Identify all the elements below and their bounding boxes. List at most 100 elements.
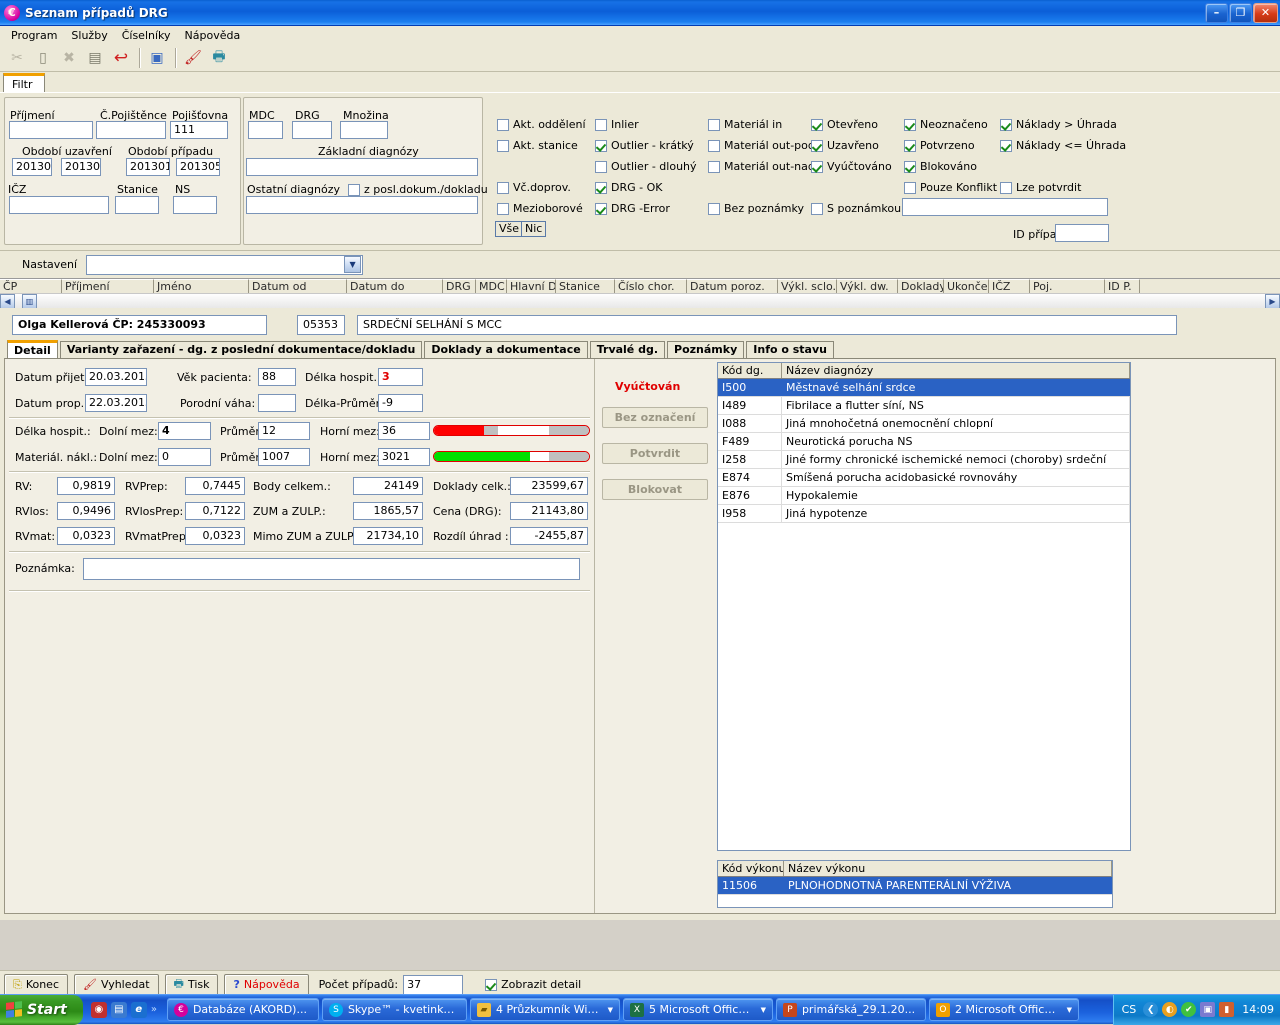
row-delka-prumer-input[interactable]: 12 (258, 422, 310, 440)
new-record-icon[interactable]: ▯ (31, 46, 55, 70)
antivirus-ok-icon[interactable]: ✔ (1181, 1002, 1196, 1017)
language-indicator[interactable]: CS (1122, 1003, 1137, 1016)
chevron-down-icon[interactable]: ▼ (761, 1006, 766, 1014)
pocet-pripadu-input[interactable]: 37 (403, 975, 463, 995)
filter-free-text-input[interactable] (902, 198, 1108, 216)
checkbox-outlier-kratky[interactable]: Outlier - krátký (595, 139, 694, 152)
menu-item-napoveda[interactable]: Nápověda (178, 27, 248, 44)
back-arrow-icon[interactable]: ❮ (1143, 1002, 1158, 1017)
query-help-icon[interactable]: ▣ (145, 46, 169, 70)
col-kod-vykonu[interactable]: Kód výkonu (718, 861, 784, 876)
grid-column-header[interactable]: Jméno (154, 279, 249, 294)
checkbox-pouze-konflikt[interactable]: Pouze Konflikt (904, 181, 997, 194)
grid-column-header[interactable]: Datum poroz. (687, 279, 778, 294)
task-databaze-akord[interactable]: € Databáze (AKORD)... (167, 998, 319, 1021)
show-desktop-icon[interactable]: ▤ (111, 1002, 127, 1018)
obdobi-uzavreni-to-input[interactable]: 201305 (61, 158, 101, 176)
checkbox-outlier-dlouhy[interactable]: Outlier - dlouhý (595, 160, 697, 173)
table-row[interactable]: 11506 PLNOHODNOTNÁ PARENTERÁLNÍ VÝŽIVA (718, 877, 1112, 895)
checkbox-otevreno[interactable]: Otevřeno (811, 118, 878, 131)
checkbox-material-in[interactable]: Materiál in (708, 118, 782, 131)
task-microsoft-office-outlook[interactable]: O 2 Microsoft Office... ▼ (929, 998, 1079, 1021)
delka-hospit-input[interactable]: 3 (378, 368, 423, 386)
tab-detail[interactable]: Detail (7, 340, 58, 358)
print-icon[interactable]: 🖶 (207, 46, 231, 70)
ns-input[interactable] (173, 196, 217, 214)
network-icon[interactable]: ▣ (1200, 1002, 1215, 1017)
body-celkem-input[interactable]: 24149 (353, 477, 423, 495)
table-row[interactable]: E874 Smíšená porucha acidobasické rovnov… (718, 469, 1130, 487)
delka-prumer-input[interactable]: -9 (378, 394, 423, 412)
checkbox-potvrzeno[interactable]: Potvrzeno (904, 139, 975, 152)
table-row[interactable]: I500 Městnavé selhání srdce (718, 379, 1130, 397)
diagnoses-table[interactable]: Kód dg. Název diagnózy I500 Městnavé sel… (717, 362, 1131, 851)
grid-column-header[interactable]: Číslo chor. (615, 279, 687, 294)
konec-button[interactable]: ⎘ Konec (4, 974, 68, 996)
obdobi-uzavreni-from-input[interactable]: 201301 (12, 158, 52, 176)
obdobi-pripadu-from-input[interactable]: 201301 (126, 158, 170, 176)
scroll-thumb[interactable]: ▥ (22, 294, 37, 308)
chevron-down-icon[interactable]: ▼ (1067, 1006, 1072, 1014)
checkbox-mezioborove[interactable]: Mezioborové (497, 202, 583, 215)
icz-input[interactable] (9, 196, 109, 214)
table-row[interactable]: I258 Jiné formy chronické ischemické nem… (718, 451, 1130, 469)
maximize-button[interactable]: ❐ (1229, 3, 1252, 23)
checkbox-blokovano[interactable]: Blokováno (904, 160, 977, 173)
tab-doklady-dokumentace[interactable]: Doklady a dokumentace (424, 341, 587, 358)
scroll-left-button[interactable]: ◀ (0, 294, 15, 308)
checkbox-lze-potvrdit[interactable]: Lze potvrdit (1000, 181, 1081, 194)
potvrdit-button[interactable]: Potvrdit (602, 443, 708, 464)
obdobi-pripadu-to-input[interactable]: 201305 (176, 158, 220, 176)
minimize-button[interactable]: – (1205, 3, 1228, 23)
rvmatprep-input[interactable]: 0,0323 (185, 527, 245, 545)
table-row[interactable]: I088 Jiná mnohočetná onemocnění chlopní (718, 415, 1130, 433)
row-material-dolni-input[interactable]: 0 (158, 448, 211, 466)
table-row[interactable]: I489 Fibrilace a flutter síní, NS (718, 397, 1130, 415)
procedures-table[interactable]: Kód výkonu Název výkonu 11506 PLNOHODNOT… (717, 860, 1113, 908)
start-button[interactable]: Start (0, 995, 83, 1025)
cena-drg-input[interactable]: 21143,80 (510, 502, 588, 520)
menu-item-sluzby[interactable]: Služby (64, 27, 114, 44)
tisk-button[interactable]: 🖶 Tisk (165, 974, 219, 996)
checkbox-naklady-vetsi-uhrada[interactable]: Náklady > Úhrada (1000, 118, 1117, 131)
rvmat-input[interactable]: 0,0323 (57, 527, 115, 545)
search-icon[interactable]: 🖌 (181, 46, 205, 70)
rvlos-input[interactable]: 0,9496 (57, 502, 115, 520)
col-nazev-vykonu[interactable]: Název výkonu (784, 861, 1112, 876)
grid-column-header[interactable]: DRG (443, 279, 476, 294)
blokovat-button[interactable]: Blokovat (602, 479, 708, 500)
grid-column-header[interactable]: Datum od (249, 279, 347, 294)
grid-column-header[interactable]: Datum do (347, 279, 443, 294)
napoveda-button[interactable]: ? Nápověda (224, 974, 308, 996)
row-material-prumer-input[interactable]: 1007 (258, 448, 310, 466)
volume-icon[interactable]: ▮ (1219, 1002, 1234, 1017)
task-pruzkumnik-windows[interactable]: ▰ 4 Průzkumník Win... ▼ (470, 998, 620, 1021)
grid-column-header[interactable]: ČP (0, 279, 62, 294)
internet-explorer-icon[interactable]: e (131, 1002, 147, 1018)
grid-column-header[interactable]: Poj. (1030, 279, 1105, 294)
task-primarska-powerpoint[interactable]: P primářská_29.1.20... (776, 998, 926, 1021)
chevron-down-icon[interactable]: ▼ (608, 1006, 613, 1014)
checkbox-akt-stanice[interactable]: Akt. stanice (497, 139, 578, 152)
z-posl-dokum-checkbox[interactable]: z posl.dokum./dokladu (348, 183, 488, 196)
save-icon[interactable]: ▤ (83, 46, 107, 70)
table-row[interactable]: I958 Jiná hypotenze (718, 505, 1130, 523)
row-delka-dolni-input[interactable]: 4 (158, 422, 211, 440)
checkbox-neoznaceno[interactable]: Neoznačeno (904, 118, 988, 131)
mnozina-input[interactable] (340, 121, 388, 139)
cpojistence-input[interactable] (96, 121, 166, 139)
checkbox-drg-error[interactable]: DRG -Error (595, 202, 670, 215)
menu-item-program[interactable]: Program (4, 27, 64, 44)
checkbox-s-poznamkou[interactable]: S poznámkou (811, 202, 901, 215)
grid-horizontal-scrollbar[interactable]: ◀ ▥ ▶ (0, 293, 1280, 308)
undo-icon[interactable]: ↩ (109, 46, 133, 70)
grid-column-header[interactable]: Ukončení (944, 279, 989, 294)
checkbox-drg-ok[interactable]: DRG - OK (595, 181, 662, 194)
table-row[interactable]: F489 Neurotická porucha NS (718, 433, 1130, 451)
checkbox-akt-oddeleni[interactable]: Akt. oddělení (497, 118, 586, 131)
grid-column-header[interactable]: Hlavní DG (507, 279, 556, 294)
datum-prijeti-input[interactable]: 20.03.2013 (85, 368, 147, 386)
grid-column-header[interactable]: Doklady (898, 279, 944, 294)
checkbox-material-out-pod[interactable]: Materiál out-pod (708, 139, 815, 152)
datum-prop-input[interactable]: 22.03.2013 (85, 394, 147, 412)
